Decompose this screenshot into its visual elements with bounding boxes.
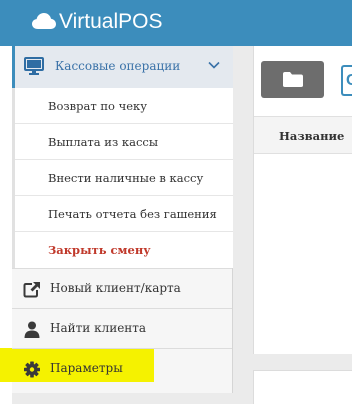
sidebar-item-find-client[interactable]: Найти клиента [12,308,232,348]
sidebar-item-new-client[interactable]: Новый клиент/карта [12,268,232,308]
submenu-item-label: Внести наличные в кассу [48,171,204,185]
menu-cash-operations-label: Кассовые операции [55,59,181,73]
cloud-icon [32,13,56,29]
sidebar-item-label: Найти клиента [50,321,147,335]
open-folder-button[interactable] [261,61,324,98]
cash-operations-submenu: Возврат по чеку Выплата из кассы Внести … [12,88,233,268]
submenu-item-close-shift[interactable]: Закрыть смену [15,232,233,268]
top-bar: VirtualPOS [0,0,352,46]
sidebar: Кассовые операции Возврат по чеку Выплат… [12,46,233,393]
search-button-glyph: C [346,72,352,89]
submenu-item-return-by-receipt[interactable]: Возврат по чеку [15,88,233,124]
search-button[interactable]: C [341,65,352,96]
bottom-panel [253,370,352,404]
chevron-down-icon[interactable] [208,59,220,71]
content-panel: C Название [253,46,352,354]
external-link-icon [23,282,40,298]
sidebar-item-label: Новый клиент/карта [50,281,181,295]
column-header-name[interactable]: Название [279,129,344,143]
app-title: VirtualPOS [59,10,163,33]
submenu-item-print-x-report[interactable]: Печать отчета без гашения [15,196,233,232]
sidebar-item-label: Параметры [50,361,123,375]
submenu-item-label: Печать отчета без гашения [48,207,217,221]
sidebar-footer [12,382,233,393]
submenu-item-cash-deposit[interactable]: Внести наличные в кассу [15,160,233,196]
submenu-item-label: Выплата из кассы [48,135,158,149]
monitor-icon [24,57,44,75]
submenu-item-cash-payout[interactable]: Выплата из кассы [15,124,233,160]
menu-cash-operations[interactable]: Кассовые операции [12,46,233,88]
gear-icon [24,361,40,378]
folder-icon [283,72,303,87]
submenu-item-label: Закрыть смену [48,243,151,257]
user-icon [24,321,40,338]
table-header: Название [254,116,352,154]
submenu-item-label: Возврат по чеку [48,99,147,113]
